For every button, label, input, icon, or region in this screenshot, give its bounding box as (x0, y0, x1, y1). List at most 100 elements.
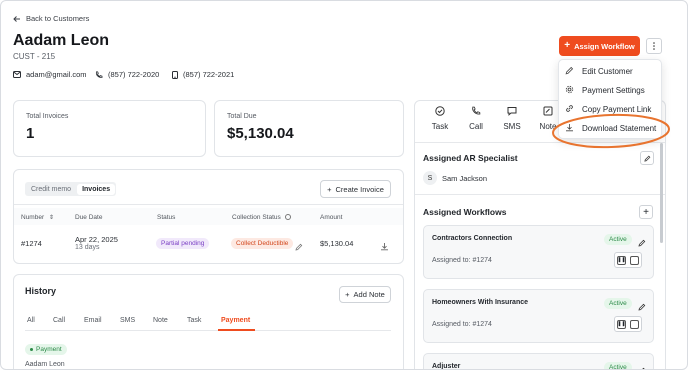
contact-mobile-text: (857) 722-2021 (183, 70, 235, 79)
menu-item-label: Edit Customer (582, 67, 633, 76)
pause-icon[interactable]: ❚❚ (617, 319, 626, 329)
workflow-assigned: Assigned to: #1274 (432, 257, 492, 264)
assign-workflow-button[interactable]: + Assign Workflow (559, 36, 640, 56)
app-frame: Back to Customers Aadam Leon CUST - 215 … (0, 0, 688, 370)
pause-icon[interactable]: ❚❚ (617, 255, 626, 265)
contact-phone-text: (857) 722-2020 (108, 70, 160, 79)
download-icon[interactable] (380, 238, 389, 256)
tabs-divider (25, 330, 391, 331)
status-badge: Partial pending (156, 238, 210, 249)
check-circle-icon (435, 106, 445, 118)
invoice-number[interactable]: #1274 (21, 239, 42, 248)
highlight-ellipse (552, 113, 670, 149)
workflow-card: Adjuster Active (423, 353, 654, 370)
edit-workflow-icon[interactable] (638, 362, 646, 369)
ar-specialist-title: Assigned AR Specialist (423, 153, 518, 163)
total-invoices-card: Total Invoices 1 (13, 100, 206, 157)
info-icon (284, 214, 291, 221)
workflow-name: Adjuster (432, 363, 461, 370)
col-due-date: Due Date (75, 214, 103, 221)
col-status: Status (157, 214, 176, 221)
avatar: S (423, 171, 437, 185)
create-invoice-button[interactable]: + Create Invoice (320, 180, 391, 198)
menu-item-edit-customer[interactable]: Edit Customer (565, 66, 633, 77)
workflow-name: Homeowners With Insurance (432, 299, 529, 306)
segment-credit-memo[interactable]: Credit memo (26, 184, 76, 195)
workflows-title: Assigned Workflows (423, 207, 507, 217)
dot-icon (30, 348, 33, 351)
divider (14, 204, 403, 205)
scrollbar-thumb[interactable] (660, 143, 663, 243)
col-collection-status: Collection Status (232, 214, 291, 221)
add-note-button[interactable]: + Add Note (339, 286, 391, 303)
tab-note[interactable]: Note (153, 317, 168, 324)
history-entry-name: Aadam Leon (25, 361, 65, 368)
total-due-value: $5,130.04 (227, 125, 294, 142)
payment-badge: Payment (25, 344, 67, 355)
workflow-status-badge: Active (604, 234, 632, 245)
add-workflow-button[interactable]: + (639, 205, 653, 219)
contact-phone[interactable]: (857) 722-2020 (95, 70, 159, 79)
tab-sms[interactable]: SMS (120, 317, 135, 324)
tab-task[interactable]: Task (187, 317, 201, 324)
customer-id: CUST - 215 (13, 52, 56, 61)
edit-workflow-icon[interactable] (638, 234, 646, 252)
mail-icon (13, 71, 21, 78)
more-options-button[interactable] (646, 38, 662, 54)
plus-icon: + (327, 184, 332, 194)
back-link-label: Back to Customers (26, 14, 90, 23)
stop-icon[interactable] (630, 255, 639, 265)
action-task[interactable]: Task (425, 106, 455, 131)
workflow-card: Homeowners With Insurance Active Assigne… (423, 289, 654, 343)
gear-icon (565, 85, 574, 96)
edit-specialist-button[interactable] (640, 151, 654, 165)
edit-collection-status-icon[interactable] (295, 238, 303, 256)
table-row[interactable]: #1274 Apr 22, 2025 13 days Partial pendi… (14, 225, 403, 263)
menu-item-payment-settings[interactable]: Payment Settings (565, 85, 645, 96)
action-sms-label: SMS (503, 122, 521, 131)
invoice-due-sub: 13 days (75, 244, 100, 251)
kebab-icon (653, 37, 655, 55)
workflow-status-badge: Active (604, 298, 632, 309)
tab-payment[interactable]: Payment (221, 317, 250, 324)
tab-all[interactable]: All (27, 317, 35, 324)
total-due-label: Total Due (227, 113, 257, 120)
tab-email[interactable]: Email (84, 317, 102, 324)
table-header-row (14, 208, 403, 225)
total-due-card: Total Due $5,130.04 (214, 100, 404, 157)
active-tab-indicator (218, 329, 255, 331)
phone-icon (95, 70, 103, 79)
assign-workflow-label: Assign Workflow (574, 41, 635, 51)
contact-email[interactable]: adam@gmail.com (13, 70, 87, 79)
stop-icon[interactable] (630, 319, 639, 329)
plus-icon: + (345, 290, 350, 299)
back-link[interactable]: Back to Customers (13, 14, 89, 23)
col-amount: Amount (320, 214, 343, 221)
action-sms[interactable]: SMS (497, 106, 527, 131)
col-number-label: Number (21, 214, 45, 221)
edit-workflow-icon[interactable] (638, 298, 646, 316)
tab-call[interactable]: Call (53, 317, 65, 324)
phone-icon (471, 106, 481, 118)
contact-mobile[interactable]: (857) 722-2021 (172, 70, 234, 79)
col-collection-status-label: Collection Status (232, 214, 281, 221)
payment-badge-label: Payment (36, 346, 62, 353)
add-note-label: Add Note (353, 290, 385, 299)
mobile-icon (172, 70, 178, 79)
workflow-controls: ❚❚ (614, 252, 642, 268)
collection-status-badge: Collect Deductible (231, 238, 294, 249)
create-invoice-label: Create Invoice (335, 184, 384, 194)
action-call[interactable]: Call (461, 106, 491, 131)
invoice-amount: $5,130.04 (320, 239, 354, 248)
workflow-status-badge: Active (604, 362, 632, 369)
divider (415, 194, 665, 195)
col-number[interactable]: Number ⇕ (21, 214, 54, 221)
segment-invoices[interactable]: Invoices (77, 183, 116, 195)
plus-icon: + (564, 40, 571, 51)
message-icon (507, 106, 517, 118)
workflow-controls: ❚❚ (614, 316, 642, 332)
invoice-type-toggle: Credit memo Invoices (25, 182, 117, 196)
total-invoices-label: Total Invoices (26, 113, 69, 120)
contact-email-text: adam@gmail.com (26, 70, 87, 79)
menu-item-label: Payment Settings (582, 86, 645, 95)
